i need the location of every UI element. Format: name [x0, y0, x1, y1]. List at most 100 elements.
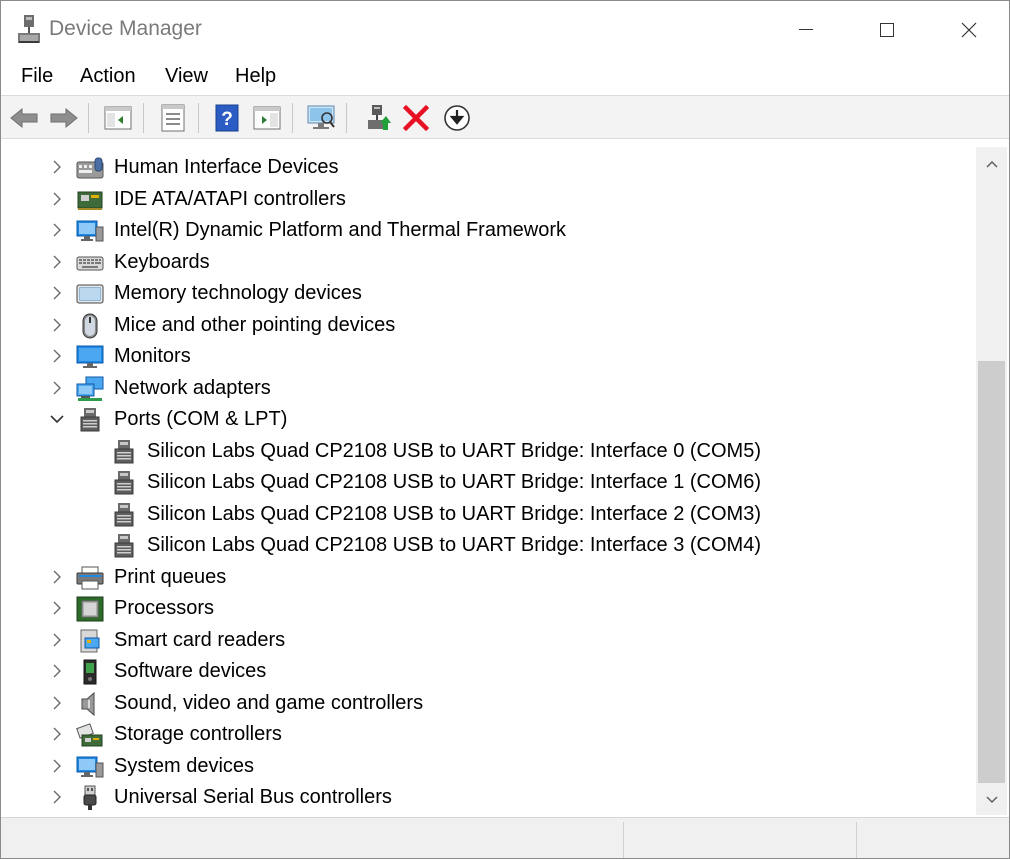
device-manager-window: Device Manager File Action View Help ? H…	[0, 0, 1010, 859]
title-bar[interactable]: Device Manager	[1, 1, 1009, 59]
tree-category-label: Sound, video and game controllers	[114, 691, 424, 714]
window-title: Device Manager	[49, 17, 202, 40]
menu-bar: File Action View Help	[1, 59, 1009, 95]
help-icon[interactable]: ?	[211, 102, 243, 134]
tree-category-label: Print queues	[114, 565, 227, 588]
chevron-right-icon[interactable]	[49, 253, 65, 271]
tree-category-label: Intel(R) Dynamic Platform and Thermal Fr…	[114, 219, 566, 241]
port-icon	[110, 470, 138, 496]
tree-category-memory-technology-devices[interactable]: Memory technology devices	[4, 278, 975, 309]
tree-category-label: Memory technology devices	[114, 282, 362, 304]
back-icon[interactable]	[8, 102, 40, 134]
properties-icon[interactable]	[157, 102, 189, 134]
chevron-right-icon[interactable]	[49, 725, 65, 743]
update-driver-icon[interactable]	[362, 102, 394, 134]
tree-category-monitors[interactable]: Monitors	[4, 341, 975, 372]
action-pane-icon[interactable]	[251, 102, 283, 134]
device-manager-app-icon	[17, 15, 41, 45]
chevron-right-icon[interactable]	[49, 757, 65, 775]
tree-category-network-adapters[interactable]: Network adapters	[4, 373, 975, 404]
monitor-icon	[76, 344, 104, 370]
svg-text:?: ?	[221, 109, 233, 130]
scroll-down-arrow-icon[interactable]	[976, 785, 1007, 815]
tree-category-sound-video-and-game-controllers[interactable]: Sound, video and game controllers	[4, 688, 975, 719]
speaker-icon	[76, 691, 104, 717]
port-icon	[110, 533, 138, 559]
chevron-right-icon[interactable]	[49, 190, 65, 208]
ide-controller-icon	[76, 187, 104, 213]
keyboard-icon	[76, 250, 104, 276]
chevron-right-icon[interactable]	[49, 599, 65, 617]
tree-category-label: Ports (COM & LPT)	[114, 408, 288, 430]
hid-icon	[76, 155, 104, 181]
device-tree[interactable]: Human Interface Devices IDE ATA/ATAPI con…	[4, 147, 975, 815]
tree-device-item[interactable]: Silicon Labs Quad CP2108 USB to UART Bri…	[4, 499, 975, 530]
chevron-right-icon[interactable]	[49, 284, 65, 302]
maximize-button[interactable]	[847, 1, 927, 59]
minimize-button[interactable]	[766, 1, 846, 59]
scan-hardware-icon[interactable]	[305, 102, 337, 134]
tree-category-smart-card-readers[interactable]: Smart card readers	[4, 625, 975, 656]
tree-category-universal-serial-bus-controllers[interactable]: Universal Serial Bus controllers	[4, 782, 975, 813]
tree-category-storage-controllers[interactable]: Storage controllers	[4, 719, 975, 750]
tree-category-keyboards[interactable]: Keyboards	[4, 247, 975, 278]
vertical-scrollbar[interactable]	[976, 147, 1007, 815]
tree-category-software-devices[interactable]: Software devices	[4, 656, 975, 687]
tree-category-mice-and-other-pointing-devices[interactable]: Mice and other pointing devices	[4, 310, 975, 341]
tree-category-processors[interactable]: Processors	[4, 593, 975, 624]
chevron-right-icon[interactable]	[49, 631, 65, 649]
tree-category-ports-com-lpt[interactable]: Ports (COM & LPT)	[4, 404, 975, 435]
scroll-up-arrow-icon[interactable]	[976, 147, 1007, 181]
chevron-right-icon[interactable]	[49, 694, 65, 712]
chevron-right-icon[interactable]	[49, 788, 65, 806]
port-icon	[110, 502, 138, 528]
tree-category-label: Human Interface Devices	[114, 156, 339, 178]
tree-category-print-queues[interactable]: Print queues	[4, 562, 975, 593]
usb-icon	[76, 785, 104, 811]
chevron-right-icon[interactable]	[49, 316, 65, 334]
printer-icon	[76, 565, 104, 591]
tree-category-label: Processors	[114, 597, 215, 619]
tree-category-intel-r-dynamic-platform-and-thermal-framework[interactable]: Intel(R) Dynamic Platform and Thermal Fr…	[4, 215, 975, 246]
chevron-right-icon[interactable]	[49, 568, 65, 586]
uninstall-icon[interactable]	[400, 102, 432, 134]
tree-category-ide-ata-atapi-controllers[interactable]: IDE ATA/ATAPI controllers	[4, 184, 975, 215]
tree-device-item[interactable]: Silicon Labs Quad CP2108 USB to UART Bri…	[4, 530, 975, 561]
software-device-icon	[76, 659, 104, 685]
disable-device-icon[interactable]	[441, 102, 473, 134]
port-icon	[76, 407, 104, 433]
tree-device-item[interactable]: Silicon Labs Quad CP2108 USB to UART Bri…	[4, 436, 975, 467]
storage-controller-icon	[76, 722, 104, 748]
system-device-icon	[76, 754, 104, 780]
menu-file[interactable]: File	[19, 65, 55, 88]
chevron-right-icon[interactable]	[49, 347, 65, 365]
forward-icon[interactable]	[48, 102, 80, 134]
tree-category-human-interface-devices[interactable]: Human Interface Devices	[4, 152, 975, 183]
scrollbar-thumb[interactable]	[978, 361, 1005, 783]
show-hide-console-tree-icon[interactable]	[102, 102, 134, 134]
mouse-icon	[76, 313, 104, 339]
chevron-right-icon[interactable]	[49, 379, 65, 397]
tree-device-label: Silicon Labs Quad CP2108 USB to UART Bri…	[147, 502, 761, 525]
tree-category-label: IDE ATA/ATAPI controllers	[114, 187, 346, 210]
tree-category-label: Universal Serial Bus controllers	[114, 786, 392, 808]
menu-action[interactable]: Action	[78, 65, 138, 88]
menu-help[interactable]: Help	[233, 65, 278, 88]
close-button[interactable]	[929, 1, 1009, 59]
tree-device-item[interactable]: Silicon Labs Quad CP2108 USB to UART Bri…	[4, 467, 975, 498]
menu-view[interactable]: View	[163, 65, 210, 88]
processor-icon	[76, 596, 104, 622]
status-bar	[1, 817, 1009, 858]
tree-category-system-devices[interactable]: System devices	[4, 751, 975, 782]
chevron-right-icon[interactable]	[49, 221, 65, 239]
chevron-right-icon[interactable]	[49, 158, 65, 176]
chevron-right-icon[interactable]	[49, 662, 65, 680]
chevron-down-icon[interactable]	[49, 410, 65, 428]
smart-card-reader-icon	[76, 628, 104, 654]
port-icon	[110, 439, 138, 465]
tree-category-label: System devices	[114, 754, 255, 777]
memory-device-icon	[76, 281, 104, 307]
status-bar-divider	[856, 822, 857, 858]
tree-device-label: Silicon Labs Quad CP2108 USB to UART Bri…	[147, 534, 761, 556]
tree-device-label: Silicon Labs Quad CP2108 USB to UART Bri…	[147, 471, 761, 493]
